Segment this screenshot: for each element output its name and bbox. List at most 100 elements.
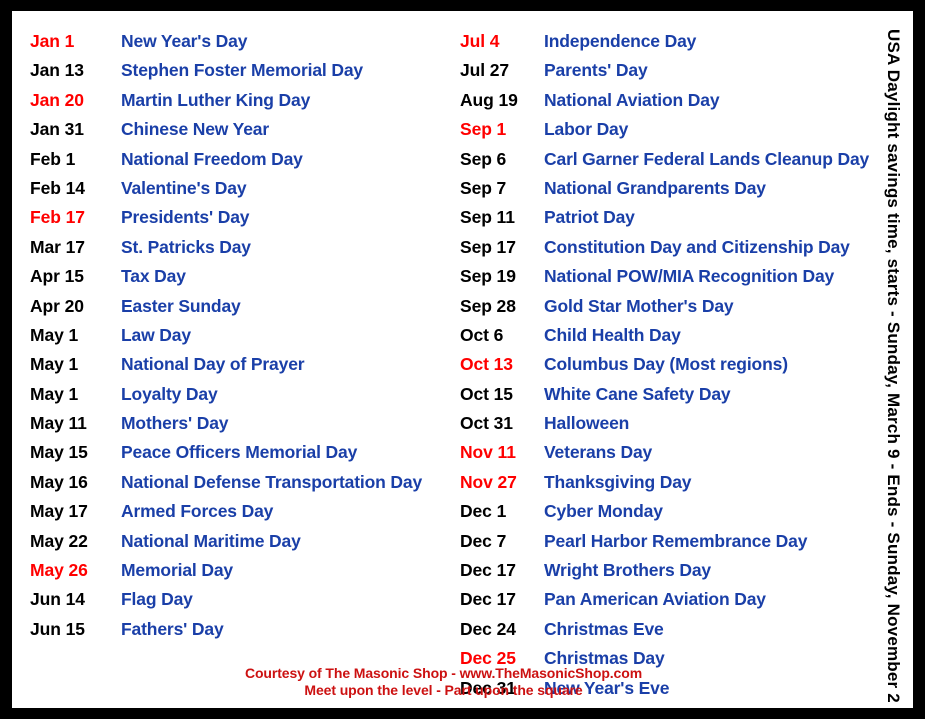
holiday-date: May 16: [30, 471, 88, 492]
holiday-date: Sep 11: [460, 207, 515, 228]
holiday-row: Jul 27 Parents' Day: [460, 60, 872, 89]
holiday-date: Feb 14: [30, 177, 85, 198]
holiday-date: May 15: [30, 442, 88, 463]
holiday-date: May 17: [30, 501, 88, 522]
footer-motto-line: Meet upon the level - Part upon the squa…: [304, 682, 583, 698]
holiday-row: May 1 National Day of Prayer: [30, 354, 470, 383]
holiday-name: Chinese New Year: [121, 119, 270, 140]
holiday-name: National POW/MIA Recognition Day: [544, 266, 835, 287]
holiday-name: National Grandparents Day: [544, 177, 766, 198]
holiday-row: Dec 17 Pan American Aviation Day: [460, 589, 872, 618]
holiday-row: Oct 31 Halloween: [460, 413, 872, 442]
holiday-row: Nov 27 Thanksgiving Day: [460, 472, 872, 501]
holiday-name: Peace Officers Memorial Day: [121, 442, 358, 463]
holiday-name: Mothers' Day: [121, 413, 229, 434]
holiday-date: Nov 27: [460, 471, 517, 492]
holiday-date: Sep 6: [460, 148, 507, 169]
holiday-row: Aug 19 National Aviation Day: [460, 90, 872, 119]
holiday-date: May 11: [30, 413, 87, 434]
holiday-row: May 1 Law Day: [30, 325, 470, 354]
holiday-name: Constitution Day and Citizenship Day: [544, 236, 850, 257]
holiday-name: National Freedom Day: [121, 148, 303, 169]
holiday-name: St. Patricks Day: [121, 236, 251, 257]
holiday-row: May 15 Peace Officers Memorial Day: [30, 442, 470, 471]
holiday-column-right: Jul 4 Independence Day Jul 27 Parents' Day A…: [460, 31, 872, 707]
holiday-name: Martin Luther King Day: [121, 89, 311, 110]
holiday-row: Jan 13 Stephen Foster Memorial Day: [30, 60, 470, 89]
holiday-name: Veterans Day: [544, 442, 653, 463]
holiday-row: Oct 6 Child Health Day: [460, 325, 872, 354]
holiday-row: Jan 20 Martin Luther King Day: [30, 90, 470, 119]
holiday-row: Sep 19 National POW/MIA Recognition Day: [460, 266, 872, 295]
holiday-name: Halloween: [544, 413, 630, 434]
holiday-row: Sep 6 Carl Garner Federal Lands Cleanup D…: [460, 149, 872, 178]
holiday-row: Oct 15 White Cane Safety Day: [460, 384, 872, 413]
holiday-row: Mar 17 St. Patricks Day: [30, 237, 470, 266]
holiday-row: May 26 Memorial Day: [30, 560, 470, 589]
holiday-name: Gold Star Mother's Day: [544, 295, 734, 316]
holiday-name: Flag Day: [121, 589, 193, 610]
holiday-date: Dec 17: [460, 560, 516, 581]
holiday-date: Oct 15: [460, 383, 513, 404]
holiday-date: Sep 28: [460, 295, 516, 316]
holiday-row: May 11 Mothers' Day: [30, 413, 470, 442]
holiday-row: Jan 31 Chinese New Year: [30, 119, 470, 148]
holiday-date: Dec 7: [460, 530, 507, 551]
holiday-name: New Year's Day: [121, 31, 248, 51]
holiday-date: Feb 17: [30, 207, 85, 228]
holiday-row: Dec 24 Christmas Eve: [460, 619, 872, 648]
holiday-date: Apr 20: [30, 295, 84, 316]
calendar-sheet: Jan 1 New Year's Day Jan 13 Stephen Foster …: [12, 11, 913, 708]
holiday-date: Mar 17: [30, 236, 85, 257]
holiday-row: Apr 15 Tax Day: [30, 266, 470, 295]
holiday-row: Sep 7 National Grandparents Day: [460, 178, 872, 207]
holiday-row: Jun 15 Fathers' Day: [30, 619, 470, 648]
holiday-date: Jan 1: [30, 31, 75, 51]
holiday-row: Apr 20 Easter Sunday: [30, 296, 470, 325]
holiday-name: National Day of Prayer: [121, 354, 305, 375]
holiday-name: Fathers' Day: [121, 618, 224, 639]
holiday-row: Feb 17 Presidents' Day: [30, 207, 470, 236]
holiday-row: Sep 17 Constitution Day and Citizenship D…: [460, 237, 872, 266]
holiday-row: Dec 1 Cyber Monday: [460, 501, 872, 530]
holiday-row: Sep 1 Labor Day: [460, 119, 872, 148]
holiday-row: Feb 14 Valentine's Day: [30, 178, 470, 207]
holiday-name: Christmas Eve: [544, 618, 664, 639]
holiday-row: Oct 13 Columbus Day (Most regions): [460, 354, 872, 383]
holiday-date: Oct 6: [460, 324, 504, 345]
holiday-row: Nov 11 Veterans Day: [460, 442, 872, 471]
holiday-name: Law Day: [121, 324, 191, 345]
holiday-date: May 26: [30, 560, 88, 581]
holiday-columns: Jan 1 New Year's Day Jan 13 Stephen Foster …: [12, 11, 872, 698]
holiday-name: White Cane Safety Day: [544, 383, 731, 404]
holiday-name: Valentine's Day: [121, 177, 247, 198]
holiday-name: Independence Day: [544, 31, 697, 51]
daylight-savings-note: USA Daylight savings time, starts - Sund…: [873, 11, 913, 708]
footer-courtesy-line: Courtesy of The Masonic Shop - www.TheMa…: [244, 665, 643, 681]
holiday-date: May 1: [30, 354, 79, 375]
holiday-name: Pearl Harbor Remembrance Day: [544, 530, 808, 551]
holiday-row: Jul 4 Independence Day: [460, 31, 872, 60]
holiday-date: Sep 7: [460, 177, 507, 198]
holiday-name: Columbus Day (Most regions): [544, 354, 788, 375]
holiday-date: Apr 15: [30, 266, 84, 287]
holiday-name: Armed Forces Day: [121, 501, 274, 522]
holiday-date: Dec 1: [460, 501, 507, 522]
holiday-name: Pan American Aviation Day: [544, 589, 766, 610]
holiday-date: Jan 13: [30, 60, 84, 81]
holiday-date: Feb 1: [30, 148, 76, 169]
holiday-date: Jan 20: [30, 89, 84, 110]
holiday-date: Jun 14: [30, 589, 85, 610]
holiday-name: Memorial Day: [121, 560, 233, 581]
holiday-date: May 1: [30, 383, 79, 404]
holiday-name: Patriot Day: [544, 207, 635, 228]
holiday-row: May 1 Loyalty Day: [30, 384, 470, 413]
holiday-date: May 22: [30, 530, 88, 551]
holiday-row: Jun 14 Flag Day: [30, 589, 470, 618]
holiday-name: Thanksgiving Day: [544, 471, 692, 492]
holiday-date: Sep 19: [460, 266, 516, 287]
holiday-date: Dec 24: [460, 618, 516, 639]
holiday-date: Jun 15: [30, 618, 85, 639]
holiday-date: May 1: [30, 324, 79, 345]
holiday-date: Dec 17: [460, 589, 516, 610]
